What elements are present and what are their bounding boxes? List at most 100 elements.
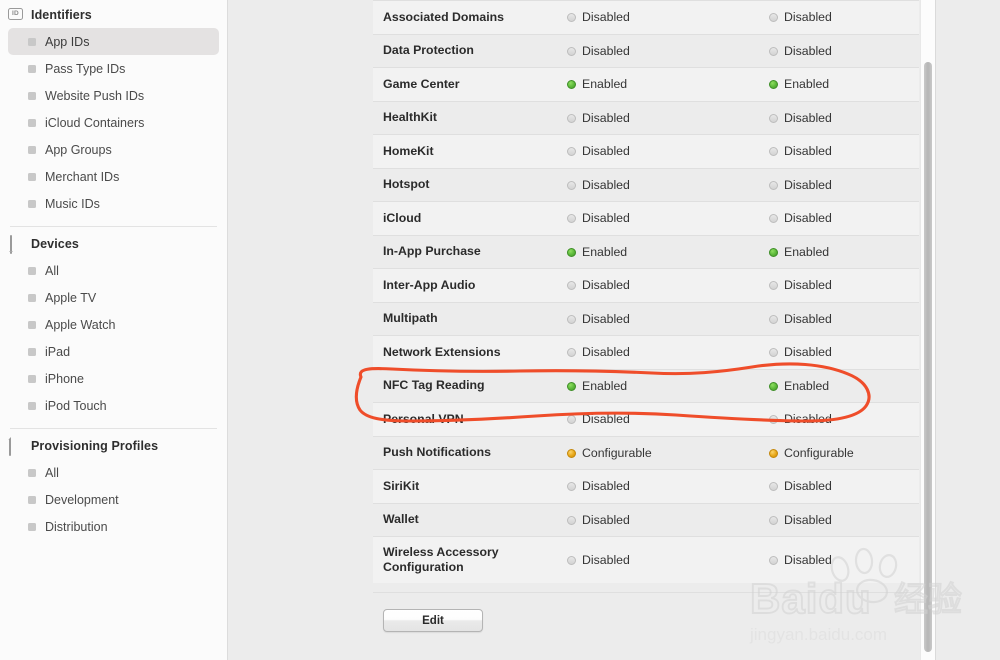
capability-status-col1: Disabled [555, 101, 760, 135]
square-bullet-icon [28, 266, 36, 275]
status-label: Disabled [784, 479, 832, 494]
sidebar-item-label: Merchant IDs [45, 169, 120, 184]
sidebar-item-music-ids[interactable]: Music IDs [8, 190, 219, 217]
sidebar-item-website-push-ids[interactable]: Website Push IDs [8, 82, 219, 109]
sidebar-item-label: Apple Watch [45, 317, 116, 332]
capability-status-col2: Disabled [760, 202, 919, 236]
table-row[interactable]: Personal VPN Disabled Disabled [373, 402, 919, 436]
table-row[interactable]: Data Protection Disabled Disabled [373, 34, 919, 68]
capability-name: Game Center [383, 76, 460, 91]
app-window: ID Identifiers App IDs Pass Type IDs Website… [0, 0, 1000, 660]
status-label: Disabled [582, 552, 630, 567]
table-row[interactable]: Associated Domains Disabled Disabled [373, 0, 919, 35]
sidebar-item-app-ids[interactable]: App IDs [8, 28, 219, 55]
capability-status-col2: Disabled [760, 101, 919, 135]
capability-status-col1: Disabled [555, 269, 760, 303]
status-label: Disabled [784, 144, 832, 159]
table-row[interactable]: Game Center Enabled Enabled [373, 67, 919, 101]
table-row[interactable]: iCloud Disabled Disabled [373, 201, 919, 236]
status-label: Enabled [582, 378, 628, 393]
capability-status-col1: Disabled [555, 503, 760, 537]
table-row[interactable]: Network Extensions Disabled Disabled [373, 335, 919, 369]
vertical-scrollbar-track[interactable] [920, 0, 935, 660]
capability-status-col2: Disabled [760, 168, 919, 202]
capability-name: Multipath [383, 311, 438, 326]
sidebar-item-label: Pass Type IDs [45, 61, 126, 76]
disabled-status-dot-icon [567, 46, 576, 56]
disabled-status-dot-icon [567, 180, 576, 190]
table-row[interactable]: Wallet Disabled Disabled [373, 503, 919, 537]
disabled-status-dot-icon [567, 515, 576, 525]
capability-status-col1: Enabled [555, 369, 760, 403]
status-label: Disabled [784, 110, 832, 125]
right-gutter [935, 0, 1000, 660]
disabled-status-dot-icon [567, 348, 576, 358]
sidebar-item-all[interactable]: All [8, 257, 219, 284]
disabled-status-dot-icon [769, 180, 778, 190]
configurable-status-dot-icon [567, 448, 576, 458]
table-row[interactable]: Wireless Accessory Configuration Disabled… [373, 536, 919, 583]
sidebar-item-pass-type-ids[interactable]: Pass Type IDs [8, 55, 219, 82]
status-label: Disabled [582, 211, 630, 226]
sidebar-item-app-groups[interactable]: App Groups [8, 136, 219, 163]
sidebar-item-iphone[interactable]: iPhone [8, 365, 219, 392]
disabled-status-dot-icon [769, 314, 778, 324]
disabled-status-dot-icon [769, 482, 778, 492]
edit-button[interactable]: Edit [383, 609, 483, 632]
table-row[interactable]: HealthKit Disabled Disabled [373, 101, 919, 135]
capability-name: HomeKit [383, 143, 434, 158]
capability-status-col2: Enabled [760, 369, 919, 403]
capability-status-col2: Disabled [760, 1, 919, 35]
sidebar-item-all[interactable]: All [8, 459, 219, 486]
sidebar-item-ipod-touch[interactable]: iPod Touch [8, 392, 219, 419]
disabled-status-dot-icon [769, 214, 778, 224]
table-row[interactable]: NFC Tag Reading Enabled Enabled [373, 369, 919, 403]
enabled-status-dot-icon [769, 381, 778, 391]
capability-name: Data Protection [383, 43, 474, 58]
sidebar-item-apple-watch[interactable]: Apple Watch [8, 311, 219, 338]
table-row[interactable]: HomeKit Disabled Disabled [373, 134, 919, 168]
table-row[interactable]: In-App Purchase Enabled Enabled [373, 235, 919, 269]
status-label: Disabled [784, 552, 832, 567]
capability-status-col1: Disabled [555, 1, 760, 35]
square-bullet-icon [28, 64, 36, 73]
disabled-status-dot-icon [769, 348, 778, 358]
sidebar-group-title: Identifiers [31, 8, 92, 22]
capability-status-col2: Enabled [760, 235, 919, 269]
status-label: Disabled [784, 412, 832, 427]
disabled-status-dot-icon [567, 214, 576, 224]
sidebar-item-icloud-containers[interactable]: iCloud Containers [8, 109, 219, 136]
table-row[interactable]: Inter-App Audio Disabled Disabled [373, 268, 919, 303]
sidebar-item-apple-tv[interactable]: Apple TV [8, 284, 219, 311]
square-bullet-icon [28, 91, 36, 100]
disabled-status-dot-icon [567, 314, 576, 324]
table-row[interactable]: SiriKit Disabled Disabled [373, 469, 919, 504]
square-bullet-icon [28, 118, 36, 127]
sidebar-item-merchant-ids[interactable]: Merchant IDs [8, 163, 219, 190]
capability-name: Inter-App Audio [383, 277, 476, 292]
vertical-scrollbar-thumb[interactable] [924, 62, 932, 652]
capability-status-col2: Configurable [760, 436, 919, 470]
sidebar-divider [10, 226, 217, 227]
table-row[interactable]: Multipath Disabled Disabled [373, 302, 919, 336]
disabled-status-dot-icon [567, 113, 576, 123]
sidebar-group-title: Devices [31, 237, 79, 251]
status-label: Disabled [582, 43, 630, 58]
sidebar-group-title: Provisioning Profiles [31, 439, 159, 453]
capability-status-col1: Disabled [555, 470, 760, 504]
sidebar-item-distribution[interactable]: Distribution [8, 513, 219, 540]
page-outline [9, 437, 11, 456]
capability-name: NFC Tag Reading [383, 378, 485, 393]
table-row[interactable]: Hotspot Disabled Disabled [373, 168, 919, 202]
sidebar-item-development[interactable]: Development [8, 486, 219, 513]
enabled-status-dot-icon [769, 247, 778, 257]
status-label: Disabled [582, 512, 630, 527]
disabled-status-dot-icon [769, 415, 778, 425]
square-bullet-icon [28, 145, 36, 154]
capability-status-col2: Disabled [760, 503, 919, 537]
sidebar-item-ipad[interactable]: iPad [8, 338, 219, 365]
capability-name: Personal VPN [383, 411, 464, 426]
sidebar-item-label: App Groups [45, 142, 112, 157]
table-row[interactable]: Push Notifications Configurable Configurab… [373, 436, 919, 470]
status-label: Enabled [784, 378, 830, 393]
